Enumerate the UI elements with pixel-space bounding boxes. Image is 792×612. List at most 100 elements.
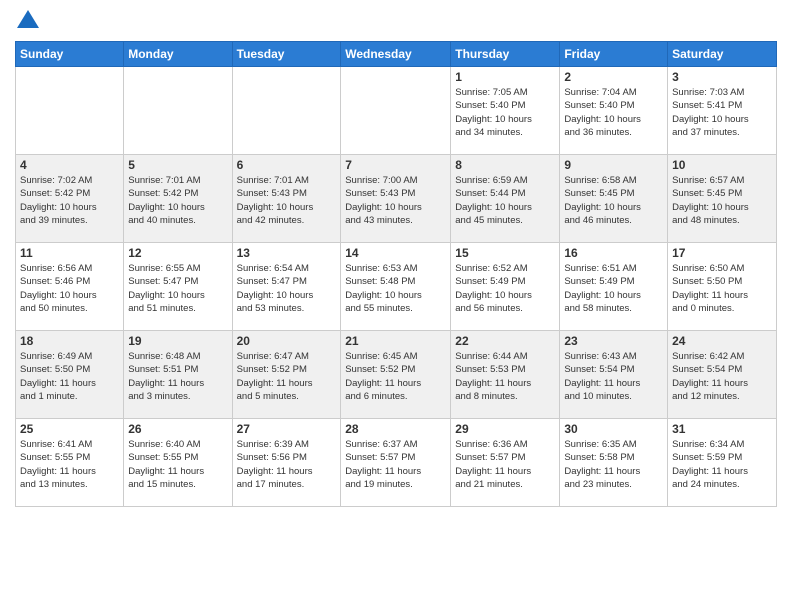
day-info: Sunrise: 6:50 AM Sunset: 5:50 PM Dayligh… bbox=[672, 262, 772, 315]
day-number: 2 bbox=[564, 70, 663, 84]
calendar-week-row: 4 Sunrise: 7:02 AM Sunset: 5:42 PM Daylig… bbox=[16, 155, 777, 243]
day-info: Sunrise: 6:34 AM Sunset: 5:59 PM Dayligh… bbox=[672, 438, 772, 491]
calendar-week-row: 11 Sunrise: 6:56 AM Sunset: 5:46 PM Dayli… bbox=[16, 243, 777, 331]
calendar-cell bbox=[16, 67, 124, 155]
day-info: Sunrise: 6:44 AM Sunset: 5:53 PM Dayligh… bbox=[455, 350, 555, 403]
calendar-cell: 16 Sunrise: 6:51 AM Sunset: 5:49 PM Dayli… bbox=[560, 243, 668, 331]
calendar-cell: 14 Sunrise: 6:53 AM Sunset: 5:48 PM Dayli… bbox=[341, 243, 451, 331]
day-number: 18 bbox=[20, 334, 119, 348]
calendar-week-row: 1Sunrise: 7:05 AM Sunset: 5:40 PM Daylig… bbox=[16, 67, 777, 155]
day-info: Sunrise: 7:01 AM Sunset: 5:43 PM Dayligh… bbox=[237, 174, 337, 227]
day-number: 7 bbox=[345, 158, 446, 172]
day-info: Sunrise: 7:01 AM Sunset: 5:42 PM Dayligh… bbox=[128, 174, 227, 227]
calendar-cell: 10 Sunrise: 6:57 AM Sunset: 5:45 PM Dayli… bbox=[668, 155, 777, 243]
day-number: 5 bbox=[128, 158, 227, 172]
day-info: Sunrise: 7:03 AM Sunset: 5:41 PM Dayligh… bbox=[672, 86, 772, 139]
calendar-cell: 30Sunrise: 6:35 AM Sunset: 5:58 PM Dayli… bbox=[560, 419, 668, 507]
day-info: Sunrise: 7:04 AM Sunset: 5:40 PM Dayligh… bbox=[564, 86, 663, 139]
calendar-cell: 28 Sunrise: 6:37 AM Sunset: 5:57 PM Dayli… bbox=[341, 419, 451, 507]
calendar-cell: 8 Sunrise: 6:59 AM Sunset: 5:44 PM Daylig… bbox=[451, 155, 560, 243]
day-number: 8 bbox=[455, 158, 555, 172]
day-number: 26 bbox=[128, 422, 227, 436]
page-header bbox=[15, 10, 777, 33]
day-number: 19 bbox=[128, 334, 227, 348]
calendar-cell: 31Sunrise: 6:34 AM Sunset: 5:59 PM Dayli… bbox=[668, 419, 777, 507]
day-info: Sunrise: 6:39 AM Sunset: 5:56 PM Dayligh… bbox=[237, 438, 337, 491]
calendar-cell: 6 Sunrise: 7:01 AM Sunset: 5:43 PM Daylig… bbox=[232, 155, 341, 243]
logo bbox=[15, 10, 39, 33]
day-info: Sunrise: 6:54 AM Sunset: 5:47 PM Dayligh… bbox=[237, 262, 337, 315]
calendar-table: SundayMondayTuesdayWednesdayThursdayFrid… bbox=[15, 41, 777, 507]
day-info: Sunrise: 6:36 AM Sunset: 5:57 PM Dayligh… bbox=[455, 438, 555, 491]
calendar-cell: 1Sunrise: 7:05 AM Sunset: 5:40 PM Daylig… bbox=[451, 67, 560, 155]
day-number: 22 bbox=[455, 334, 555, 348]
weekday-header: Thursday bbox=[451, 42, 560, 67]
day-info: Sunrise: 6:58 AM Sunset: 5:45 PM Dayligh… bbox=[564, 174, 663, 227]
day-info: Sunrise: 6:59 AM Sunset: 5:44 PM Dayligh… bbox=[455, 174, 555, 227]
day-number: 14 bbox=[345, 246, 446, 260]
weekday-header: Sunday bbox=[16, 42, 124, 67]
day-number: 20 bbox=[237, 334, 337, 348]
day-info: Sunrise: 6:48 AM Sunset: 5:51 PM Dayligh… bbox=[128, 350, 227, 403]
day-number: 30 bbox=[564, 422, 663, 436]
day-number: 28 bbox=[345, 422, 446, 436]
weekday-header: Friday bbox=[560, 42, 668, 67]
calendar-cell: 23Sunrise: 6:43 AM Sunset: 5:54 PM Dayli… bbox=[560, 331, 668, 419]
calendar-cell: 17 Sunrise: 6:50 AM Sunset: 5:50 PM Dayli… bbox=[668, 243, 777, 331]
calendar-cell: 9 Sunrise: 6:58 AM Sunset: 5:45 PM Daylig… bbox=[560, 155, 668, 243]
weekday-header: Wednesday bbox=[341, 42, 451, 67]
weekday-header: Saturday bbox=[668, 42, 777, 67]
logo-icon bbox=[17, 10, 39, 28]
day-info: Sunrise: 6:55 AM Sunset: 5:47 PM Dayligh… bbox=[128, 262, 227, 315]
day-number: 3 bbox=[672, 70, 772, 84]
day-info: Sunrise: 6:40 AM Sunset: 5:55 PM Dayligh… bbox=[128, 438, 227, 491]
day-number: 4 bbox=[20, 158, 119, 172]
day-info: Sunrise: 7:00 AM Sunset: 5:43 PM Dayligh… bbox=[345, 174, 446, 227]
calendar-cell: 24 Sunrise: 6:42 AM Sunset: 5:54 PM Dayli… bbox=[668, 331, 777, 419]
day-number: 10 bbox=[672, 158, 772, 172]
day-number: 17 bbox=[672, 246, 772, 260]
calendar-cell: 26 Sunrise: 6:40 AM Sunset: 5:55 PM Dayli… bbox=[124, 419, 232, 507]
calendar-cell: 22 Sunrise: 6:44 AM Sunset: 5:53 PM Dayli… bbox=[451, 331, 560, 419]
day-number: 27 bbox=[237, 422, 337, 436]
day-number: 29 bbox=[455, 422, 555, 436]
day-info: Sunrise: 6:42 AM Sunset: 5:54 PM Dayligh… bbox=[672, 350, 772, 403]
day-info: Sunrise: 6:52 AM Sunset: 5:49 PM Dayligh… bbox=[455, 262, 555, 315]
day-number: 25 bbox=[20, 422, 119, 436]
day-number: 16 bbox=[564, 246, 663, 260]
day-info: Sunrise: 6:45 AM Sunset: 5:52 PM Dayligh… bbox=[345, 350, 446, 403]
calendar-week-row: 25 Sunrise: 6:41 AM Sunset: 5:55 PM Dayli… bbox=[16, 419, 777, 507]
day-info: Sunrise: 6:56 AM Sunset: 5:46 PM Dayligh… bbox=[20, 262, 119, 315]
calendar-cell: 18 Sunrise: 6:49 AM Sunset: 5:50 PM Dayli… bbox=[16, 331, 124, 419]
calendar-cell: 5 Sunrise: 7:01 AM Sunset: 5:42 PM Daylig… bbox=[124, 155, 232, 243]
day-number: 12 bbox=[128, 246, 227, 260]
calendar-cell: 11 Sunrise: 6:56 AM Sunset: 5:46 PM Dayli… bbox=[16, 243, 124, 331]
day-number: 11 bbox=[20, 246, 119, 260]
calendar-cell: 20Sunrise: 6:47 AM Sunset: 5:52 PM Dayli… bbox=[232, 331, 341, 419]
calendar-cell: 25 Sunrise: 6:41 AM Sunset: 5:55 PM Dayli… bbox=[16, 419, 124, 507]
day-number: 24 bbox=[672, 334, 772, 348]
day-info: Sunrise: 6:43 AM Sunset: 5:54 PM Dayligh… bbox=[564, 350, 663, 403]
day-number: 9 bbox=[564, 158, 663, 172]
day-info: Sunrise: 7:02 AM Sunset: 5:42 PM Dayligh… bbox=[20, 174, 119, 227]
calendar-week-row: 18 Sunrise: 6:49 AM Sunset: 5:50 PM Dayli… bbox=[16, 331, 777, 419]
day-info: Sunrise: 6:41 AM Sunset: 5:55 PM Dayligh… bbox=[20, 438, 119, 491]
calendar-cell: 15 Sunrise: 6:52 AM Sunset: 5:49 PM Dayli… bbox=[451, 243, 560, 331]
calendar-cell: 7 Sunrise: 7:00 AM Sunset: 5:43 PM Daylig… bbox=[341, 155, 451, 243]
day-info: Sunrise: 6:57 AM Sunset: 5:45 PM Dayligh… bbox=[672, 174, 772, 227]
calendar-cell: 12 Sunrise: 6:55 AM Sunset: 5:47 PM Dayli… bbox=[124, 243, 232, 331]
weekday-header: Monday bbox=[124, 42, 232, 67]
day-info: Sunrise: 7:05 AM Sunset: 5:40 PM Dayligh… bbox=[455, 86, 555, 139]
day-number: 6 bbox=[237, 158, 337, 172]
day-info: Sunrise: 6:37 AM Sunset: 5:57 PM Dayligh… bbox=[345, 438, 446, 491]
calendar-cell bbox=[124, 67, 232, 155]
day-info: Sunrise: 6:53 AM Sunset: 5:48 PM Dayligh… bbox=[345, 262, 446, 315]
calendar-cell: 27 Sunrise: 6:39 AM Sunset: 5:56 PM Dayli… bbox=[232, 419, 341, 507]
day-info: Sunrise: 6:49 AM Sunset: 5:50 PM Dayligh… bbox=[20, 350, 119, 403]
day-info: Sunrise: 6:51 AM Sunset: 5:49 PM Dayligh… bbox=[564, 262, 663, 315]
weekday-header-row: SundayMondayTuesdayWednesdayThursdayFrid… bbox=[16, 42, 777, 67]
day-number: 21 bbox=[345, 334, 446, 348]
calendar-cell: 2 Sunrise: 7:04 AM Sunset: 5:40 PM Daylig… bbox=[560, 67, 668, 155]
day-number: 15 bbox=[455, 246, 555, 260]
calendar-cell: 13Sunrise: 6:54 AM Sunset: 5:47 PM Dayli… bbox=[232, 243, 341, 331]
